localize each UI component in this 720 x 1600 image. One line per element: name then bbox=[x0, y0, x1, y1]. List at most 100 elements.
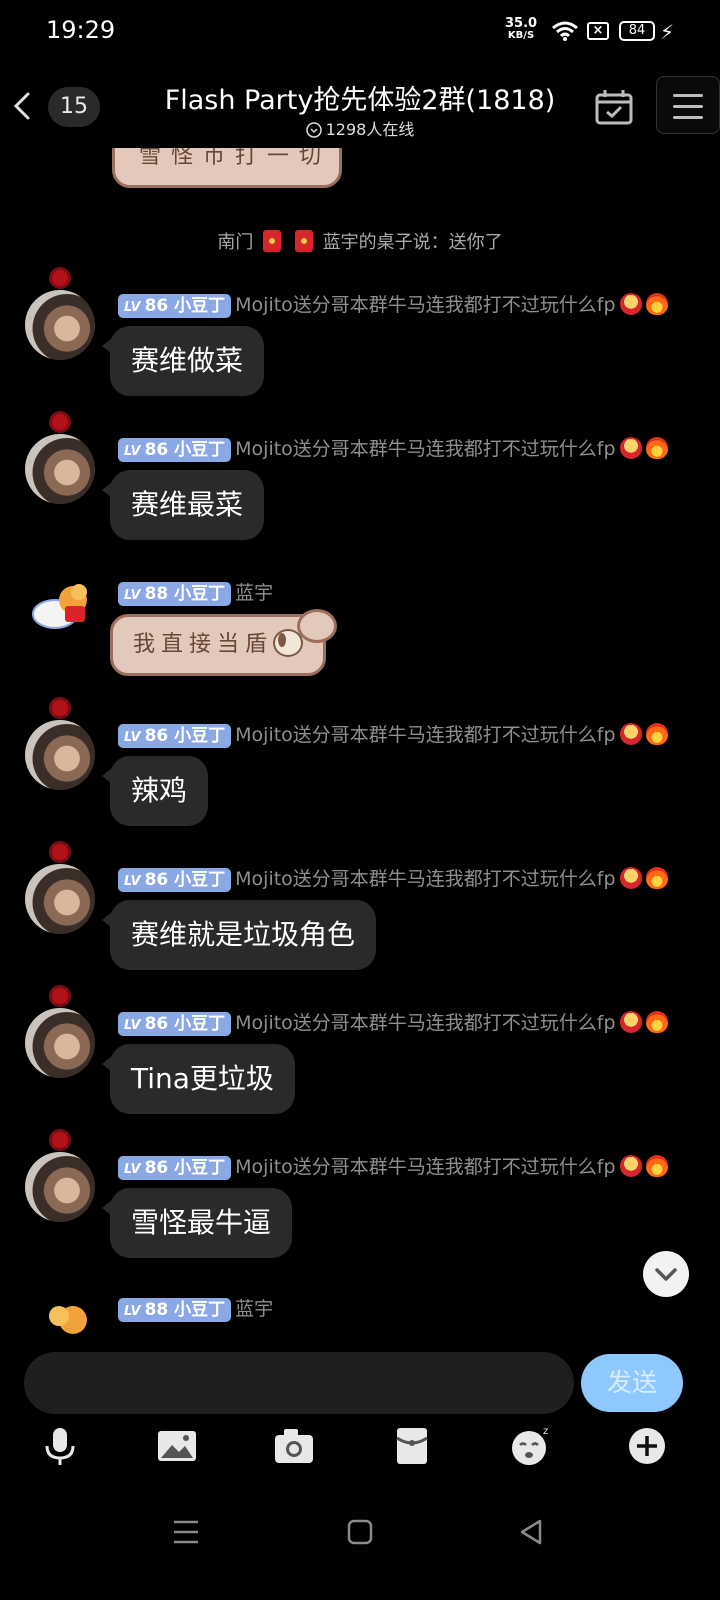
microphone-icon[interactable] bbox=[38, 1424, 82, 1468]
message-bubble[interactable]: 赛维做菜 bbox=[101, 326, 265, 396]
back-arrow-icon[interactable] bbox=[8, 86, 38, 126]
message-sender[interactable]: LV 86 小豆丁 Mojito送分哥本群牛马连我都打不过玩什么fp bbox=[118, 434, 668, 462]
sticker-text: 我直接当盾 bbox=[133, 632, 274, 657]
sender-name: Mojito送分哥本群牛马连我都打不过玩什么fp bbox=[235, 1156, 616, 1178]
message-bubble[interactable]: 赛维最菜 bbox=[101, 470, 265, 540]
fortune-god-icon bbox=[619, 293, 642, 315]
member-title: 小豆丁 bbox=[174, 726, 226, 746]
avatar-decoration-icon bbox=[52, 414, 68, 430]
level-badge: LV 86 小豆丁 bbox=[118, 1156, 232, 1180]
charging-icon: ⚡ bbox=[660, 20, 675, 44]
sticker-message[interactable]: 我直接当盾 bbox=[110, 609, 338, 676]
red-packet-icon bbox=[263, 230, 282, 252]
emoji-icon[interactable]: z bbox=[508, 1424, 552, 1468]
member-title: 小豆丁 bbox=[174, 1158, 226, 1178]
battery-indicator: 84 bbox=[619, 21, 655, 41]
image-icon[interactable] bbox=[155, 1424, 199, 1468]
chat-messages[interactable]: 雪怪币打一切 南门 蓝宇的桌子说：送你了 LV 86 小豆丁 Mojito送分哥本群… bbox=[0, 148, 720, 1344]
level-badge: LV 86 小豆丁 bbox=[118, 1012, 232, 1036]
message-sender[interactable]: LV 86 小豆丁 Mojito送分哥本群牛马连我都打不过玩什么fp bbox=[118, 1008, 668, 1036]
level-badge: LV 88 小豆丁 bbox=[118, 1298, 232, 1322]
chevron-down-icon bbox=[655, 1268, 677, 1281]
level-number: 88 bbox=[144, 584, 169, 604]
message-sender[interactable]: LV 86 小豆丁 Mojito送分哥本群牛马连我都打不过玩什么fp bbox=[118, 290, 668, 318]
fire-icon bbox=[645, 867, 668, 889]
fire-icon bbox=[645, 1011, 668, 1033]
red-packet-icon bbox=[294, 230, 313, 252]
level-badge: LV 86 小豆丁 bbox=[118, 724, 232, 748]
avatar[interactable] bbox=[25, 1008, 95, 1078]
avatar[interactable] bbox=[25, 434, 95, 504]
avatar[interactable] bbox=[25, 578, 95, 638]
member-title: 小豆丁 bbox=[174, 440, 226, 460]
fire-icon bbox=[645, 293, 668, 315]
unread-count-badge[interactable]: 15 bbox=[48, 87, 100, 127]
plus-icon[interactable] bbox=[625, 1424, 669, 1468]
level-badge: LV 86 小豆丁 bbox=[118, 868, 232, 892]
level-number: 86 bbox=[144, 440, 169, 460]
level-number: 86 bbox=[144, 1158, 169, 1178]
avatar-decoration-icon bbox=[52, 270, 68, 286]
message-sender[interactable]: LV 88 小豆丁 蓝宇 bbox=[118, 1294, 274, 1322]
network-speed-value: 35.0 bbox=[505, 16, 538, 31]
scroll-to-bottom-button[interactable] bbox=[643, 1251, 689, 1297]
level-number: 86 bbox=[144, 726, 169, 746]
message-sender[interactable]: LV 86 小豆丁 Mojito送分哥本群牛马连我都打不过玩什么fp bbox=[118, 1152, 668, 1180]
avatar[interactable] bbox=[25, 720, 95, 790]
fortune-god-icon bbox=[619, 867, 642, 889]
status-bar: 19:29 35.0 KB/S × 84 ⚡ bbox=[0, 0, 720, 64]
wifi-icon bbox=[552, 21, 578, 41]
sender-name: Mojito送分哥本群牛马连我都打不过玩什么fp bbox=[235, 294, 616, 316]
notice-text: 蓝宇的桌子说：送你了 bbox=[322, 232, 503, 253]
avatar[interactable] bbox=[25, 864, 95, 934]
message-bubble[interactable]: Tina更垃圾 bbox=[102, 1044, 295, 1114]
member-title: 小豆丁 bbox=[174, 584, 226, 604]
member-title: 小豆丁 bbox=[174, 1014, 226, 1034]
fire-icon bbox=[645, 723, 668, 745]
sender-name: Mojito送分哥本群牛马连我都打不过玩什么fp bbox=[235, 868, 616, 890]
calendar-check-icon[interactable] bbox=[594, 88, 634, 126]
message-bubble[interactable]: 辣鸡 bbox=[101, 756, 209, 826]
sender-name: 蓝宇 bbox=[235, 1298, 274, 1320]
recent-apps-icon[interactable] bbox=[166, 1512, 206, 1552]
system-nav-bar bbox=[0, 1490, 720, 1600]
red-packet-icon[interactable] bbox=[390, 1424, 434, 1468]
level-number: 88 bbox=[144, 1300, 169, 1320]
pig-ears-icon bbox=[297, 609, 338, 643]
menu-icon bbox=[673, 94, 703, 97]
sender-name: 蓝宇 bbox=[235, 582, 274, 604]
fire-icon bbox=[645, 437, 668, 459]
message-sender[interactable]: LV 86 小豆丁 Mojito送分哥本群牛马连我都打不过玩什么fp bbox=[118, 864, 668, 892]
avatar[interactable] bbox=[25, 1152, 95, 1222]
chat-header: 15 Flash Party抢先体验2群(1818) 1298人在线 bbox=[0, 64, 720, 148]
member-title: 小豆丁 bbox=[174, 1300, 226, 1320]
avatar-decoration-icon bbox=[52, 700, 68, 716]
message-sender[interactable]: LV 86 小豆丁 Mojito送分哥本群牛马连我都打不过玩什么fp bbox=[118, 720, 668, 748]
online-count-label: 1298人在线 bbox=[325, 120, 415, 139]
sender-name: Mojito送分哥本群牛马连我都打不过玩什么fp bbox=[235, 1012, 616, 1034]
online-count[interactable]: 1298人在线 bbox=[120, 116, 600, 140]
menu-button[interactable] bbox=[656, 76, 720, 134]
home-icon[interactable] bbox=[340, 1512, 380, 1552]
message-sender[interactable]: LV 88 小豆丁 蓝宇 bbox=[118, 578, 274, 606]
camera-icon[interactable] bbox=[272, 1424, 316, 1468]
avatar[interactable] bbox=[25, 290, 95, 360]
sticker-message[interactable]: 雪怪币打一切 bbox=[112, 148, 342, 188]
chevron-down-circle-icon bbox=[305, 122, 322, 138]
send-button[interactable]: 发送 bbox=[581, 1354, 683, 1412]
avatar-decoration-icon bbox=[52, 1132, 68, 1148]
level-number: 86 bbox=[144, 1014, 169, 1034]
avatar[interactable] bbox=[25, 1298, 95, 1344]
back-triangle-icon[interactable] bbox=[512, 1512, 552, 1552]
fire-icon bbox=[645, 1155, 668, 1177]
system-notice: 南门 蓝宇的桌子说：送你了 bbox=[0, 228, 720, 254]
member-title: 小豆丁 bbox=[174, 296, 226, 316]
no-sim-icon: × bbox=[587, 22, 609, 40]
message-bubble[interactable]: 赛维就是垃圾角色 bbox=[101, 900, 377, 970]
network-speed: 35.0 KB/S bbox=[505, 16, 538, 42]
message-input[interactable] bbox=[24, 1352, 574, 1414]
message-bubble[interactable]: 雪怪最牛逼 bbox=[101, 1188, 293, 1258]
fortune-god-icon bbox=[619, 723, 642, 745]
level-number: 86 bbox=[144, 870, 169, 890]
fortune-god-icon bbox=[619, 1155, 642, 1177]
